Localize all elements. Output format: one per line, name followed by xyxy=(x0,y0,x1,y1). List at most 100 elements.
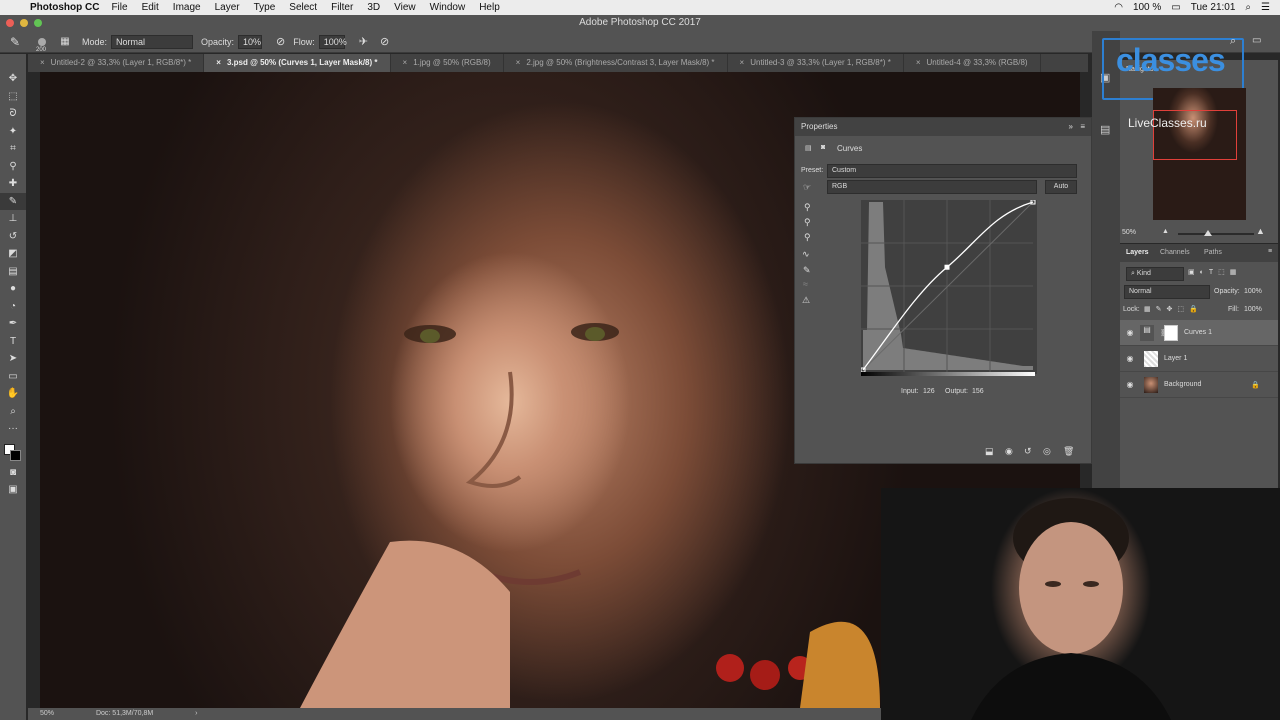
output-value[interactable]: 156 xyxy=(972,388,984,395)
pressure-size-icon[interactable]: ⊘ xyxy=(380,35,389,48)
status-arrow-icon[interactable]: › xyxy=(195,710,197,717)
tab-channels[interactable]: Channels xyxy=(1160,249,1190,256)
zoom-tool-icon[interactable]: ⌕ xyxy=(0,403,26,421)
input-value[interactable]: 126 xyxy=(923,388,935,395)
brush-panel-icon[interactable]: ▦ xyxy=(54,36,76,47)
curves-graph[interactable] xyxy=(861,200,1037,378)
visibility-eye-icon[interactable]: ◉ xyxy=(1120,328,1140,337)
visibility-eye-icon[interactable]: ◉ xyxy=(1120,354,1140,363)
type-tool-icon[interactable]: T xyxy=(0,333,26,351)
menu-list-icon[interactable]: ☰ xyxy=(1261,2,1270,13)
menu-image[interactable]: Image xyxy=(173,2,201,13)
smooth-curve-icon[interactable]: ≈ xyxy=(803,279,808,289)
menu-edit[interactable]: Edit xyxy=(142,2,159,13)
layer-name[interactable]: Curves 1 xyxy=(1184,329,1212,336)
menu-window[interactable]: Window xyxy=(430,2,466,13)
dodge-tool-icon[interactable]: ◔ xyxy=(0,298,26,316)
white-point-eyedropper-icon[interactable]: ⚲ xyxy=(804,232,811,243)
pen-tool-icon[interactable]: ✒ xyxy=(0,315,26,333)
status-zoom[interactable]: 50% xyxy=(40,710,54,717)
layer-name[interactable]: Layer 1 xyxy=(1164,355,1187,362)
brush-tool-icon[interactable]: ✎ xyxy=(0,192,26,210)
layer-row-background[interactable]: ◉ Background 🔒 xyxy=(1120,372,1278,398)
lasso-tool-icon[interactable]: ᘐ xyxy=(0,105,26,123)
navigator-zoom[interactable]: 50% xyxy=(1122,229,1136,236)
marquee-tool-icon[interactable]: ⬚ xyxy=(0,88,26,106)
preset-select[interactable]: Custom xyxy=(827,164,1077,178)
airbrush-icon[interactable]: ✈ xyxy=(359,35,368,48)
menu-select[interactable]: Select xyxy=(289,2,317,13)
more-tools-icon[interactable]: ··· xyxy=(0,420,26,438)
layer-filter-icons[interactable]: ▣◐T⬚▦ xyxy=(1188,268,1241,276)
move-tool-icon[interactable]: ✥ xyxy=(0,70,26,88)
collapse-panel-icon[interactable]: » xyxy=(1069,118,1073,136)
mode-select[interactable]: Normal xyxy=(111,34,194,49)
view-previous-icon[interactable]: ◉ xyxy=(1005,446,1013,457)
menu-3d[interactable]: 3D xyxy=(367,2,380,13)
path-select-tool-icon[interactable]: ➤ xyxy=(0,350,26,368)
shape-tool-icon[interactable]: ▭ xyxy=(0,368,26,386)
tab-paths[interactable]: Paths xyxy=(1204,249,1222,256)
menu-file[interactable]: File xyxy=(111,2,127,13)
minimize-window-button[interactable] xyxy=(20,19,28,27)
search-icon[interactable]: ⌕ xyxy=(1230,35,1236,48)
tab-layers[interactable]: Layers xyxy=(1126,249,1149,256)
battery-label[interactable]: 100 % xyxy=(1133,2,1161,13)
doc-tab[interactable]: × 1.jpg @ 50% (RGB/8) xyxy=(391,54,504,72)
zoom-out-icon[interactable]: ▲ xyxy=(1162,228,1169,235)
visibility-eye-icon[interactable]: ◉ xyxy=(1120,380,1140,389)
color-swatches[interactable] xyxy=(0,438,26,464)
zoom-slider-thumb[interactable] xyxy=(1204,230,1212,236)
close-tab-icon[interactable]: × xyxy=(403,58,408,67)
background-color-swatch[interactable] xyxy=(10,449,21,461)
menu-view[interactable]: View xyxy=(394,2,416,13)
brush-preset-picker[interactable]: 200 xyxy=(30,37,54,53)
draw-curve-icon[interactable]: ✎ xyxy=(803,265,811,276)
curves-adjustment-icon[interactable]: ▤ xyxy=(805,144,812,152)
hand-tool-icon[interactable]: ✋ xyxy=(0,385,26,403)
curve-control-point[interactable] xyxy=(944,264,950,270)
layer-row-layer1[interactable]: ◉ Layer 1 xyxy=(1120,346,1278,372)
delete-adjustment-icon[interactable]: 🗑 xyxy=(1063,446,1074,457)
lock-icons[interactable]: ▦✎✥⬚🔒 xyxy=(1144,305,1203,313)
close-window-button[interactable] xyxy=(6,19,14,27)
zoom-in-icon[interactable]: ▲ xyxy=(1256,226,1265,236)
visibility-icon[interactable]: ◎ xyxy=(1043,446,1051,457)
close-tab-icon[interactable]: × xyxy=(916,58,921,67)
opacity-value[interactable]: 100% xyxy=(1244,288,1262,295)
gray-point-eyedropper-icon[interactable]: ⚲ xyxy=(804,217,811,228)
doc-tab[interactable]: × Untitled-3 @ 33,3% (Layer 1, RGB/8*) * xyxy=(728,54,904,72)
layer-row-curves[interactable]: ◉ ▤ ⛓ Curves 1 xyxy=(1120,320,1278,346)
menu-help[interactable]: Help xyxy=(479,2,500,13)
blend-mode-select[interactable]: Normal xyxy=(1124,285,1210,299)
clone-stamp-tool-icon[interactable]: ⊥ xyxy=(0,210,26,228)
close-tab-icon[interactable]: × xyxy=(740,58,745,67)
reset-icon[interactable]: ↺ xyxy=(1024,446,1032,457)
history-brush-tool-icon[interactable]: ↺ xyxy=(0,228,26,246)
eraser-tool-icon[interactable]: ◩ xyxy=(0,245,26,263)
quick-select-tool-icon[interactable]: ✦ xyxy=(0,123,26,141)
layer-mask-icon[interactable]: ◙ xyxy=(821,144,825,151)
clip-to-layer-icon[interactable]: ⬓ xyxy=(985,446,994,457)
filter-kind-select[interactable]: ⌕ Kind xyxy=(1126,267,1184,281)
opacity-input[interactable]: 10% xyxy=(238,34,263,49)
menu-type[interactable]: Type xyxy=(254,2,276,13)
auto-button[interactable]: Auto xyxy=(1045,180,1077,194)
workspace-icon[interactable]: ▭ xyxy=(1252,35,1261,46)
close-tab-icon[interactable]: × xyxy=(216,58,221,67)
target-adjust-icon[interactable]: ☞ xyxy=(803,182,811,193)
quick-mask-icon[interactable]: ◙ xyxy=(0,464,26,482)
healing-tool-icon[interactable]: ✚ xyxy=(0,175,26,193)
clock[interactable]: Tue 21:01 xyxy=(1191,2,1236,13)
crop-tool-icon[interactable]: ⌗ xyxy=(0,140,26,158)
panel-menu-icon[interactable]: ≡ xyxy=(1080,118,1085,136)
layers-menu-icon[interactable]: ≡ xyxy=(1268,248,1272,255)
layer-name[interactable]: Background xyxy=(1164,381,1201,388)
doc-tab[interactable]: × 2.jpg @ 50% (Brightness/Contrast 3, Lay… xyxy=(504,54,728,72)
doc-tab[interactable]: × Untitled-2 @ 33,3% (Layer 1, RGB/8*) * xyxy=(28,54,205,72)
clipping-warning-icon[interactable]: ⚠ xyxy=(802,295,810,306)
app-menu[interactable]: Photoshop CC xyxy=(30,2,99,13)
layer-mask-thumb[interactable] xyxy=(1164,324,1178,341)
spotlight-icon[interactable]: ⌕ xyxy=(1245,2,1251,13)
edit-points-icon[interactable]: ∿ xyxy=(802,249,810,260)
